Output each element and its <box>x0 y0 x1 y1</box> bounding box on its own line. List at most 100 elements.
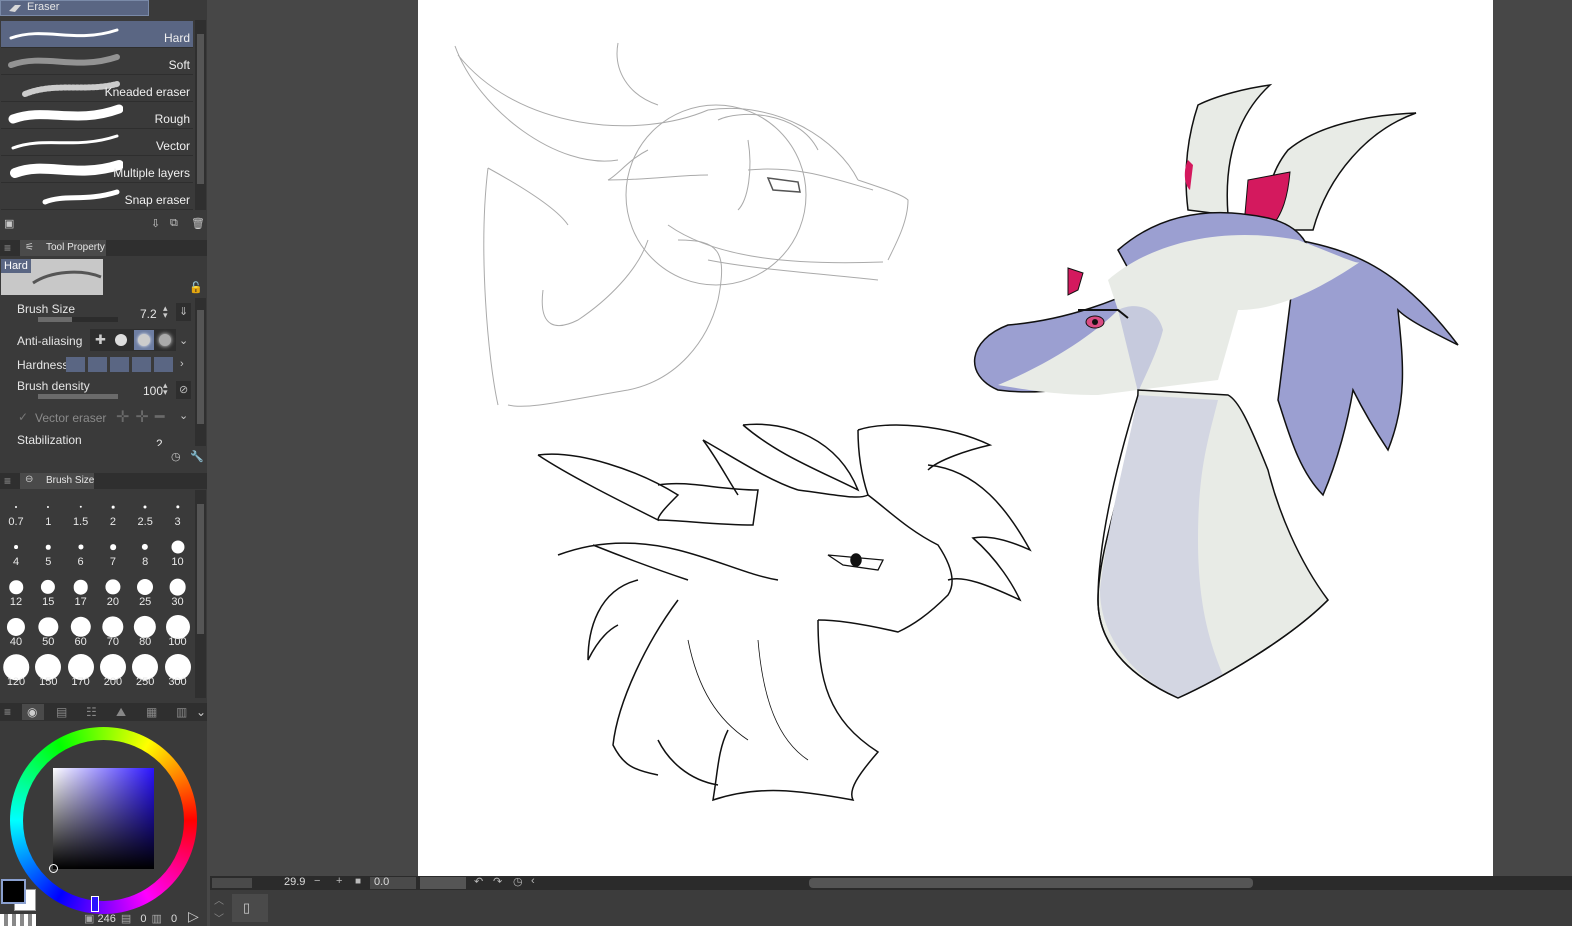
brush-size-slider[interactable] <box>38 317 118 322</box>
chevron-up-icon[interactable]: ︿ <box>214 892 224 907</box>
brush-size-preset[interactable]: 4 <box>0 538 32 578</box>
brush-size-preset[interactable]: 8 <box>129 538 161 578</box>
chevron-down-icon[interactable]: ⌄ <box>196 705 206 719</box>
brush-size-preset[interactable]: 25 <box>129 578 161 618</box>
hue-cursor[interactable] <box>91 896 99 912</box>
chevron-right-icon[interactable]: › <box>180 358 184 370</box>
grip-icon[interactable]: ≡ <box>4 705 11 719</box>
chevron-down-icon[interactable]: ﹀ <box>214 910 224 925</box>
hardness-step-5[interactable] <box>154 357 173 372</box>
tab-color-wheel[interactable]: ◉ <box>22 704 44 720</box>
zoom-value[interactable]: 29.9 <box>284 876 305 888</box>
stop-icon[interactable]: ■ <box>355 876 361 887</box>
flip-icon[interactable]: ‹ <box>531 875 535 887</box>
hardness-step-4[interactable] <box>132 357 151 372</box>
pressure-settings-button[interactable]: ⊘ <box>176 381 191 399</box>
rotation-slider[interactable] <box>420 877 466 889</box>
subtool-item-hard[interactable]: Hard <box>1 21 193 48</box>
brush-size-preset[interactable]: 200 <box>97 654 129 694</box>
subtool-settings-icon[interactable]: ▣ <box>4 217 14 230</box>
vector-eraser-mode-icons[interactable]: ✛✛━ <box>116 407 170 427</box>
main-color-swatch[interactable] <box>1 879 26 904</box>
scroll-thumb[interactable] <box>197 34 204 184</box>
spinner-icon[interactable]: ▴ ▾ <box>163 304 168 320</box>
wrench-icon[interactable]: 🔧 <box>190 450 204 463</box>
brush-size-preset[interactable]: 10 <box>162 538 194 578</box>
subtool-item-soft[interactable]: Soft <box>1 48 193 75</box>
zoom-slider[interactable] <box>212 878 252 888</box>
subtool-item-multiple-layers[interactable]: Multiple layers <box>1 156 193 183</box>
grip-icon[interactable]: ≡ <box>4 241 11 255</box>
brush-size-preset[interactable]: 7 <box>97 538 129 578</box>
transparent-color-swatch[interactable] <box>0 914 36 926</box>
hardness-step-3[interactable] <box>110 357 129 372</box>
brush-size-preset[interactable]: 5 <box>32 538 64 578</box>
subtool-item-vector[interactable]: Vector <box>1 129 193 156</box>
subtool-scrollbar[interactable] <box>195 20 206 210</box>
scroll-thumb[interactable] <box>197 310 204 424</box>
tab-intermediate-color[interactable]: ⛰ <box>116 705 126 720</box>
subtool-item-snap-eraser[interactable]: Snap eraser <box>1 183 193 210</box>
stabilization-value[interactable]: 2 <box>156 437 163 446</box>
saturation-value-square[interactable] <box>53 768 154 869</box>
brush-size-preset[interactable]: 20 <box>97 578 129 618</box>
brush-density-slider[interactable] <box>38 394 118 399</box>
tab-color-history[interactable]: ▥ <box>176 705 187 719</box>
canvas[interactable] <box>418 0 1493 876</box>
brush-size-preset[interactable]: 30 <box>162 578 194 618</box>
subtool-item-rough[interactable]: Rough <box>1 102 193 129</box>
brush-size-value[interactable]: 7.2 <box>140 307 157 321</box>
brush-size-preset[interactable]: 1.5 <box>65 498 97 538</box>
brush-density-value[interactable]: 100 <box>143 384 163 398</box>
zoom-in-icon[interactable]: + <box>336 875 342 887</box>
zoom-out-icon[interactable]: − <box>314 875 320 887</box>
import-icon[interactable]: ⇩ <box>151 217 160 230</box>
vector-eraser-checkbox[interactable]: ✓ <box>18 410 28 424</box>
readout-c[interactable]: 0 <box>171 913 177 925</box>
duplicate-icon[interactable]: ⧉ <box>170 217 178 230</box>
brush-size-preset[interactable]: 70 <box>97 616 129 658</box>
brush-size-scrollbar[interactable] <box>195 490 206 698</box>
horizontal-scrollbar[interactable] <box>809 878 1253 888</box>
tab-approximate-color[interactable]: ▦ <box>146 705 157 719</box>
readout-b[interactable]: 0 <box>140 913 146 925</box>
brush-size-preset[interactable]: 100 <box>162 615 194 658</box>
brush-size-preset[interactable]: 60 <box>65 616 97 658</box>
brush-size-preset[interactable]: 40 <box>0 617 32 658</box>
chevron-down-icon[interactable]: ⌄ <box>179 409 188 422</box>
rotate-left-icon[interactable]: ↶ <box>474 875 483 888</box>
aa-none-option[interactable]: ✚ <box>92 331 110 349</box>
tab-color-set[interactable]: ☷ <box>86 705 97 719</box>
hardness-step-1[interactable] <box>66 357 85 372</box>
brush-size-preset[interactable]: 6 <box>65 538 97 578</box>
readout-a[interactable]: 246 <box>97 913 115 925</box>
aa-strong-option[interactable] <box>159 334 171 346</box>
spinner-icon[interactable]: ▴ ▾ <box>163 381 168 397</box>
brush-size-preset[interactable]: 0.7 <box>0 498 32 538</box>
trash-icon[interactable]: 🗑 <box>191 217 205 230</box>
brush-size-preset[interactable]: 120 <box>0 654 32 694</box>
brush-size-preset[interactable]: 80 <box>129 615 161 658</box>
scroll-thumb[interactable] <box>197 504 204 634</box>
hardness-step-2[interactable] <box>88 357 107 372</box>
reset-rotation-icon[interactable]: ◷ <box>513 875 523 888</box>
brush-size-preset[interactable]: 3 <box>162 498 194 538</box>
brush-size-preset[interactable]: 300 <box>162 654 194 694</box>
brush-size-preset[interactable]: 2 <box>97 498 129 538</box>
brush-size-preset[interactable]: 15 <box>32 578 64 618</box>
brush-size-preset[interactable]: 150 <box>32 654 64 694</box>
layer-panel-toggle[interactable]: ▯ <box>232 894 268 922</box>
subtool-group-tab[interactable]: Eraser <box>0 0 149 16</box>
brush-size-preset[interactable]: 17 <box>65 578 97 618</box>
rotation-value[interactable]: 0.0 <box>374 876 389 888</box>
brush-size-preset[interactable]: 170 <box>65 654 97 694</box>
play-icon[interactable]: ▷ <box>188 908 199 925</box>
subtool-item-kneaded-eraser[interactable]: Kneaded eraser <box>1 75 193 102</box>
brush-size-preset[interactable]: 12 <box>0 578 32 618</box>
brush-size-preset[interactable]: 1 <box>32 498 64 538</box>
brush-size-preset[interactable]: 50 <box>32 617 64 658</box>
reset-icon[interactable]: ◷ <box>171 450 181 463</box>
chevron-down-icon[interactable]: ⌄ <box>179 334 188 347</box>
aa-weak-option[interactable] <box>115 334 127 346</box>
brush-size-preset[interactable]: 250 <box>129 654 161 694</box>
